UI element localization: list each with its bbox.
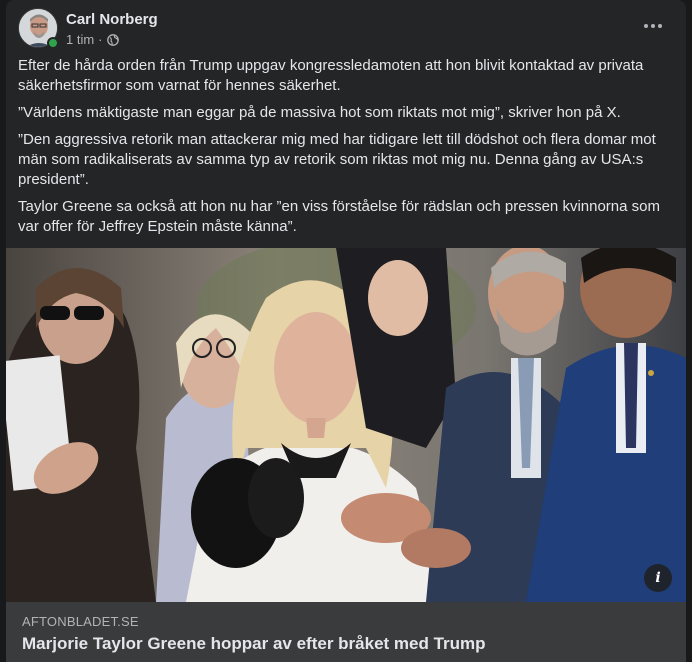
link-preview-image[interactable]: i bbox=[6, 248, 686, 602]
post-paragraph: Efter de hårda orden från Trump uppgav k… bbox=[18, 57, 644, 94]
meta-separator: · bbox=[98, 32, 103, 47]
post-header: Carl Norberg 1 tim · bbox=[18, 8, 674, 49]
post-timestamp[interactable]: 1 tim bbox=[66, 32, 94, 47]
post-paragraph: Taylor Greene sa också att hon nu har ”e… bbox=[18, 198, 660, 235]
post-card: Carl Norberg 1 tim · Efter de hårda orde… bbox=[6, 0, 686, 662]
post-paragraph: ”Den aggressiva retorik man attackerar m… bbox=[18, 131, 656, 188]
info-icon[interactable]: i bbox=[644, 564, 672, 592]
link-preview-footer[interactable]: AFTONBLADET.SE Marjorie Taylor Greene ho… bbox=[6, 602, 686, 662]
author-name[interactable]: Carl Norberg bbox=[66, 11, 158, 28]
more-options-icon[interactable] bbox=[638, 14, 668, 38]
post-paragraph: ”Världens mäktigaste man eggar på de mas… bbox=[18, 104, 621, 121]
post-text: Efter de hårda orden från Trump uppgav k… bbox=[18, 56, 674, 244]
globe-icon[interactable] bbox=[106, 33, 119, 46]
author-avatar-wrapper[interactable] bbox=[18, 8, 59, 49]
post-meta: 1 tim · bbox=[66, 32, 119, 47]
online-status-dot bbox=[47, 37, 59, 49]
link-domain: AFTONBLADET.SE bbox=[22, 614, 139, 629]
link-title[interactable]: Marjorie Taylor Greene hoppar av efter b… bbox=[22, 634, 670, 654]
